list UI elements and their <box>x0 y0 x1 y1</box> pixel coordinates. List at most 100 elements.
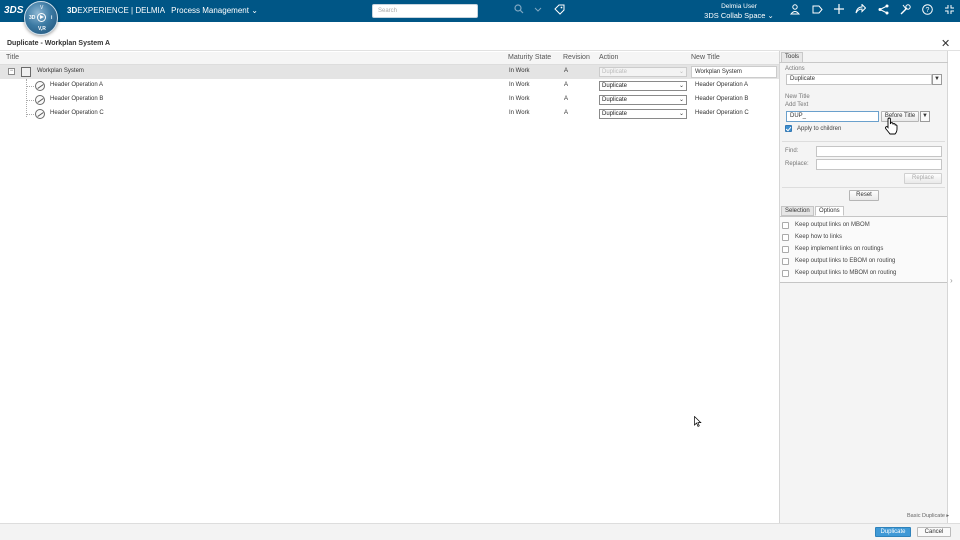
action-value: Duplicate <box>602 97 628 103</box>
table-row[interactable]: Header Operation B In Work A Duplicate ⌄ … <box>0 93 779 107</box>
row-title: Workplan System <box>37 68 84 74</box>
brand-main: EXPERIENCE | DELMIA <box>77 6 166 15</box>
new-title-input[interactable]: Workplan System <box>691 66 777 78</box>
column-header-revision[interactable]: Revision <box>563 54 590 61</box>
apply-to-children-label: Apply to children <box>797 126 842 132</box>
column-header-action[interactable]: Action <box>599 54 618 61</box>
operation-icon <box>35 109 45 119</box>
action-select[interactable]: Duplicate ⌄ <box>599 109 687 119</box>
panel-toggle-chevron-icon[interactable]: › <box>950 276 953 285</box>
column-header-maturity[interactable]: Maturity State <box>508 54 551 61</box>
label-tag-icon[interactable] <box>810 4 824 18</box>
section-divider <box>782 141 945 142</box>
compass-bottom-label: V,R <box>38 26 46 32</box>
action-select[interactable]: Duplicate ⌄ <box>599 95 687 105</box>
keep-output-links-mbom-checkbox[interactable] <box>782 222 789 229</box>
actions-select[interactable]: Duplicate <box>786 74 932 85</box>
option-label: Keep output links to EBOM on routing <box>795 258 896 264</box>
replace-input[interactable] <box>816 159 942 170</box>
user-menu[interactable]: Delmia User 3DS Collab Space ⌄ <box>700 2 778 20</box>
chevron-down-icon: ⌄ <box>678 97 684 103</box>
share-arrow-icon[interactable] <box>853 3 867 18</box>
operation-icon <box>35 95 45 105</box>
chevron-down-icon: ⌄ <box>678 83 684 89</box>
compass-icon[interactable]: V 3D i V,R <box>24 1 58 35</box>
option-label: Keep output links to MBOM on routing <box>795 270 897 276</box>
compass-right-label: i <box>51 15 53 21</box>
action-value: Duplicate <box>602 69 628 75</box>
plus-icon[interactable] <box>832 4 846 18</box>
grid-header: Title Maturity State Revision Action New… <box>0 52 779 65</box>
tools-wrench-icon[interactable] <box>898 4 912 18</box>
row-title: Header Operation B <box>50 96 104 102</box>
row-title: Header Operation C <box>50 110 104 116</box>
replace-button[interactable]: Replace <box>904 173 942 184</box>
find-input[interactable] <box>816 146 942 157</box>
tab-selection[interactable]: Selection <box>781 206 814 216</box>
cancel-button[interactable]: Cancel <box>917 527 951 537</box>
keep-output-links-mbom-routing-checkbox[interactable] <box>782 270 789 277</box>
keep-output-links-ebom-routing-checkbox[interactable] <box>782 258 789 265</box>
svg-text:?: ? <box>925 7 929 14</box>
row-maturity: In Work <box>509 96 530 102</box>
chevron-down-icon: ⌄ <box>767 11 774 20</box>
table-row[interactable]: Header Operation C In Work A Duplicate ⌄ … <box>0 107 779 121</box>
row-maturity: In Work <box>509 82 530 88</box>
search-input[interactable]: Search <box>372 4 478 18</box>
reset-button[interactable]: Reset <box>849 190 879 201</box>
compass-top-label: V <box>40 5 44 11</box>
dassault-logo-icon: 3DS <box>4 5 24 16</box>
tag-icon[interactable] <box>552 4 566 18</box>
person-icon[interactable] <box>788 4 802 18</box>
top-bar: 3DS 3DEXPERIENCE | DELMIA Process Managem… <box>0 0 960 22</box>
find-label: Find: <box>785 148 799 154</box>
table-row[interactable]: − Workplan System In Work A Duplicate ⌄ W… <box>0 65 779 79</box>
column-header-title[interactable]: Title <box>6 54 19 61</box>
column-header-new-title[interactable]: New Title <box>691 54 720 61</box>
tab-tools[interactable]: Tools <box>781 52 803 62</box>
row-revision: A <box>564 110 569 116</box>
section-divider <box>782 187 945 188</box>
position-dropdown-icon[interactable]: ▼ <box>920 111 930 122</box>
row-new-title[interactable]: Header Operation C <box>695 110 749 116</box>
hand-cursor-icon <box>885 117 898 135</box>
tab-options[interactable]: Options <box>815 206 844 216</box>
actions-dropdown-icon[interactable]: ▼ <box>932 74 942 85</box>
play-icon <box>40 15 44 19</box>
keep-how-to-links-checkbox[interactable] <box>782 234 789 241</box>
add-text-label: Add Text <box>785 102 809 108</box>
help-icon[interactable]: ? <box>920 4 934 18</box>
close-icon[interactable]: ✕ <box>941 38 950 50</box>
action-select[interactable]: Duplicate ⌄ <box>599 81 687 91</box>
new-title-label: New Title <box>785 94 810 100</box>
collab-space: 3DS Collab Space <box>704 11 766 20</box>
dialog-title: Duplicate - Workplan System A <box>7 40 111 47</box>
network-share-icon[interactable] <box>876 4 890 18</box>
replace-label: Replace: <box>785 161 809 167</box>
workplan-system-icon <box>21 67 31 77</box>
row-revision: A <box>564 96 569 102</box>
row-new-title[interactable]: Header Operation A <box>695 82 748 88</box>
keep-implement-links-checkbox[interactable] <box>782 246 789 253</box>
basic-duplicate-link[interactable]: Basic Duplicate ▸ <box>907 513 949 519</box>
arrow-cursor-icon <box>694 416 702 427</box>
brand-title: 3DEXPERIENCE | DELMIA Process Management … <box>67 6 258 15</box>
action-value: Duplicate <box>602 83 628 89</box>
row-maturity: In Work <box>509 68 530 74</box>
search-options-chevron-icon[interactable] <box>531 4 545 18</box>
table-row[interactable]: Header Operation A In Work A Duplicate ⌄ … <box>0 79 779 93</box>
add-text-input[interactable]: DUP_ <box>786 111 879 122</box>
row-new-title[interactable]: Header Operation B <box>695 96 748 102</box>
tools-tab-divider <box>779 62 948 63</box>
fullscreen-exit-icon[interactable] <box>942 4 956 18</box>
duplicate-button[interactable]: Duplicate <box>875 527 911 537</box>
apply-to-children-checkbox[interactable] <box>785 125 792 132</box>
dialog-footer <box>0 523 960 540</box>
app-name-menu[interactable]: Process Management <box>171 6 249 15</box>
chevron-down-icon[interactable]: ⌄ <box>251 6 258 15</box>
option-label: Keep implement links on routings <box>795 246 884 252</box>
user-name: Delmia User <box>721 3 757 10</box>
collapse-icon[interactable]: − <box>8 68 15 75</box>
search-icon[interactable] <box>512 4 526 18</box>
action-value: Duplicate <box>602 111 628 117</box>
